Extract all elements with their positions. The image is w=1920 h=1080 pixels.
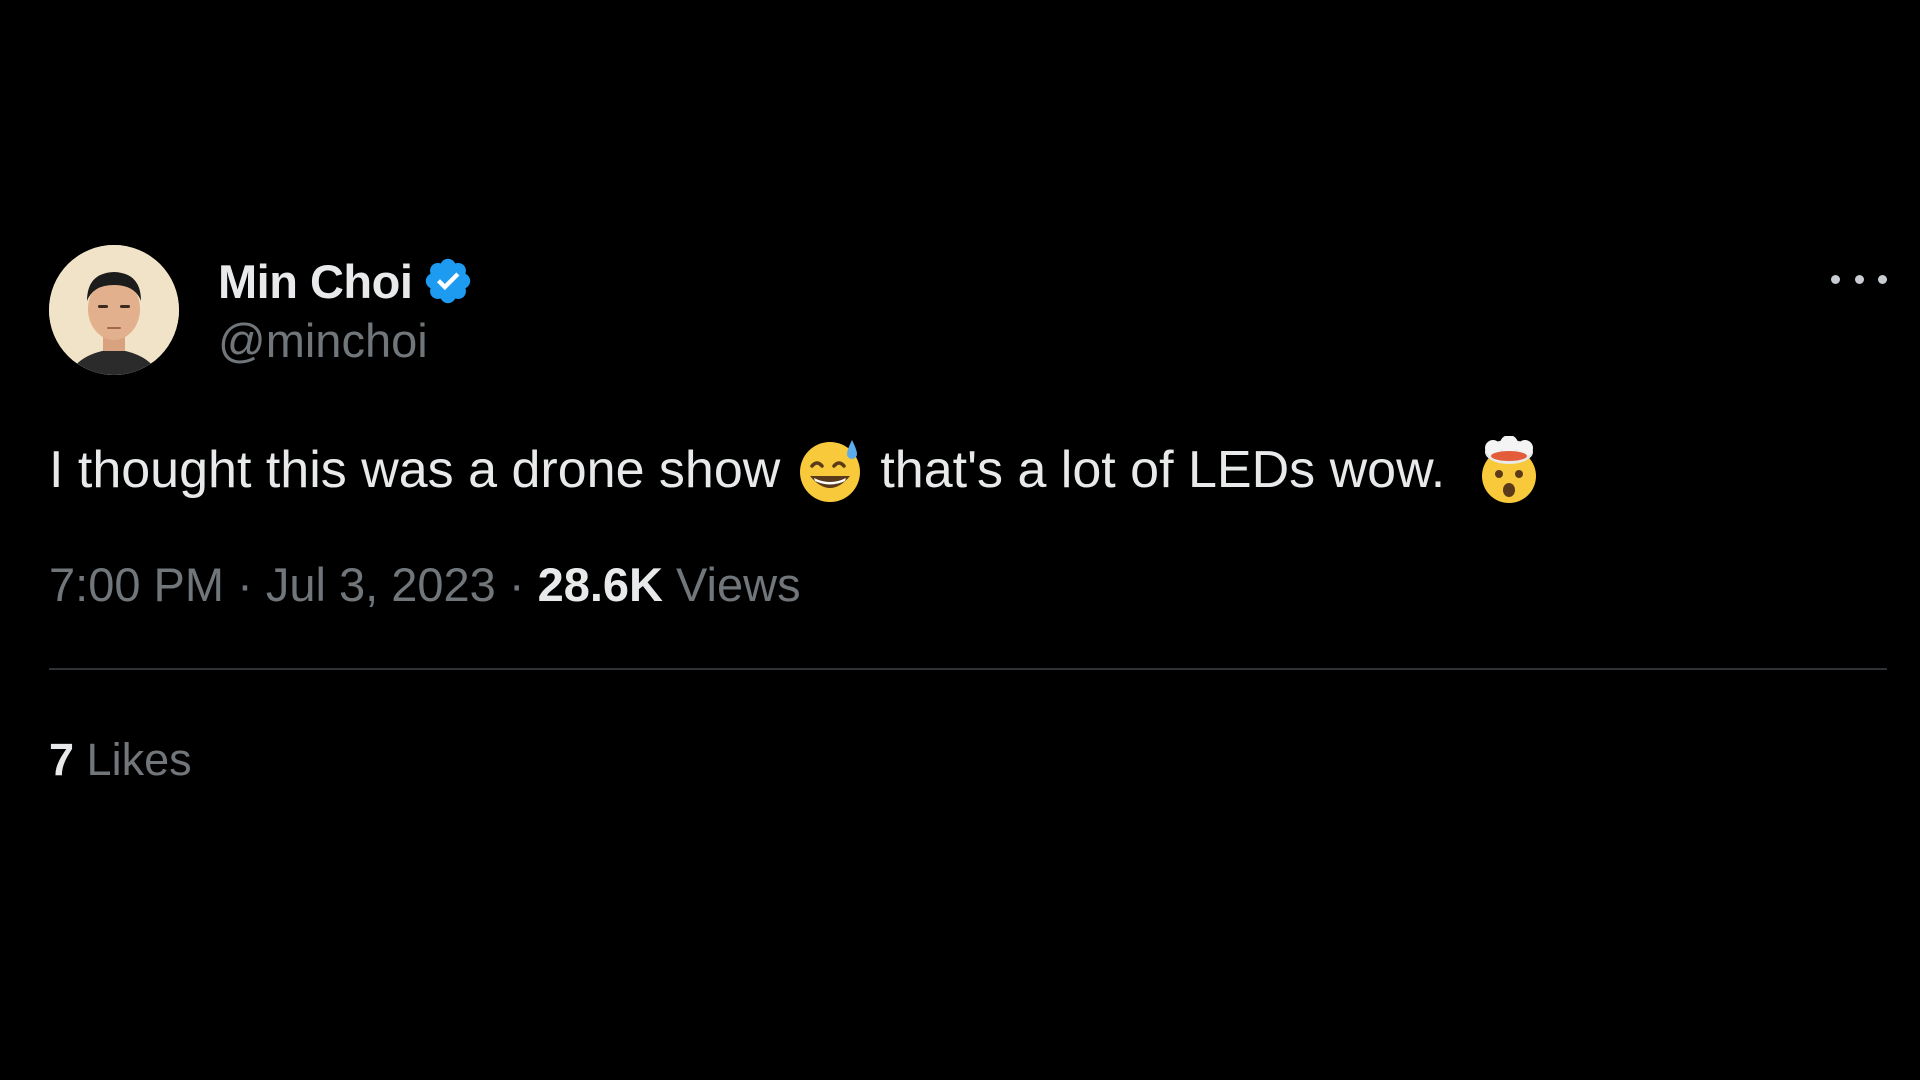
tweet-meta: 7:00 PM · Jul 3, 2023 · 28.6K Views <box>49 557 1887 612</box>
separator: · <box>237 558 253 611</box>
divider <box>49 668 1887 670</box>
tweet-text-part-1: I thought this was a drone show <box>49 441 781 499</box>
views-label: Views <box>676 558 801 611</box>
dot <box>1831 274 1840 284</box>
verified-badge-icon <box>426 258 471 304</box>
grinning-face-with-sweat-icon <box>800 440 861 502</box>
tweet-header: Min Choi @minchoi <box>49 245 1887 375</box>
avatar[interactable] <box>49 245 179 375</box>
author-names: Min Choi @minchoi <box>218 253 474 368</box>
display-name[interactable]: Min Choi <box>218 254 413 309</box>
exploding-head-icon <box>1482 436 1537 503</box>
likes-stat[interactable]: 7 Likes <box>49 734 1887 786</box>
separator: · <box>508 558 525 611</box>
tweet-text-part-2: that's a lot of LEDs wow. <box>880 441 1446 499</box>
author-handle[interactable]: @minchoi <box>218 313 474 368</box>
likes-label: Likes <box>86 734 192 785</box>
tweet-date[interactable]: Jul 3, 2023 <box>266 558 496 611</box>
tweet-time[interactable]: 7:00 PM <box>49 558 224 611</box>
dot <box>1854 274 1864 284</box>
dot <box>1878 274 1887 284</box>
likes-count: 7 <box>49 734 75 785</box>
tweet-text: I thought this was a drone show that's a… <box>49 435 1887 505</box>
more-options-icon[interactable] <box>1831 267 1887 291</box>
views-count: 28.6K <box>537 558 663 611</box>
display-name-row: Min Choi <box>218 253 474 309</box>
tweet-card: Min Choi @minchoi I thought this was a d… <box>49 245 1887 786</box>
